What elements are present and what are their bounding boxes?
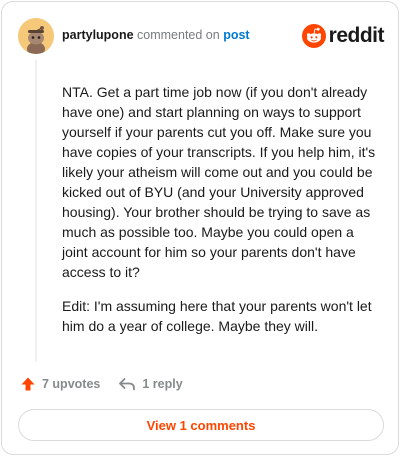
comment-actions: 7 upvotes 1 reply bbox=[20, 374, 183, 394]
reddit-brand[interactable]: reddit bbox=[301, 22, 385, 50]
comment-header: partylupone commented on post reddit bbox=[18, 18, 385, 54]
thread-line[interactable] bbox=[35, 60, 37, 362]
comment-meta: partylupone commented on post bbox=[62, 28, 250, 42]
reply-count: 1 reply bbox=[142, 377, 183, 391]
upvote-count: 7 upvotes bbox=[42, 377, 101, 391]
comment-paragraph: NTA. Get a part time job now (if you don… bbox=[62, 84, 376, 280]
comment-paragraph: Edit: I'm assuming here that your parent… bbox=[62, 298, 372, 334]
comment-body: NTA. Get a part time job now (if you don… bbox=[62, 82, 382, 336]
username-link[interactable]: partylupone bbox=[62, 28, 134, 42]
reddit-logo-icon bbox=[301, 24, 326, 48]
reply-button[interactable]: 1 reply bbox=[118, 376, 183, 392]
reply-arrow-icon bbox=[119, 378, 136, 391]
reddit-wordmark: reddit bbox=[328, 24, 385, 47]
upvote-arrow-icon bbox=[21, 377, 35, 391]
user-avatar[interactable] bbox=[18, 18, 54, 54]
commented-on-text: commented on bbox=[137, 28, 220, 42]
post-link[interactable]: post bbox=[223, 28, 249, 42]
upvote-button[interactable]: 7 upvotes bbox=[20, 376, 100, 392]
snoo-avatar-icon bbox=[18, 18, 54, 54]
view-comments-button[interactable]: View 1 comments bbox=[18, 409, 384, 441]
comment-embed-card: partylupone commented on post reddit NTA… bbox=[1, 1, 399, 455]
